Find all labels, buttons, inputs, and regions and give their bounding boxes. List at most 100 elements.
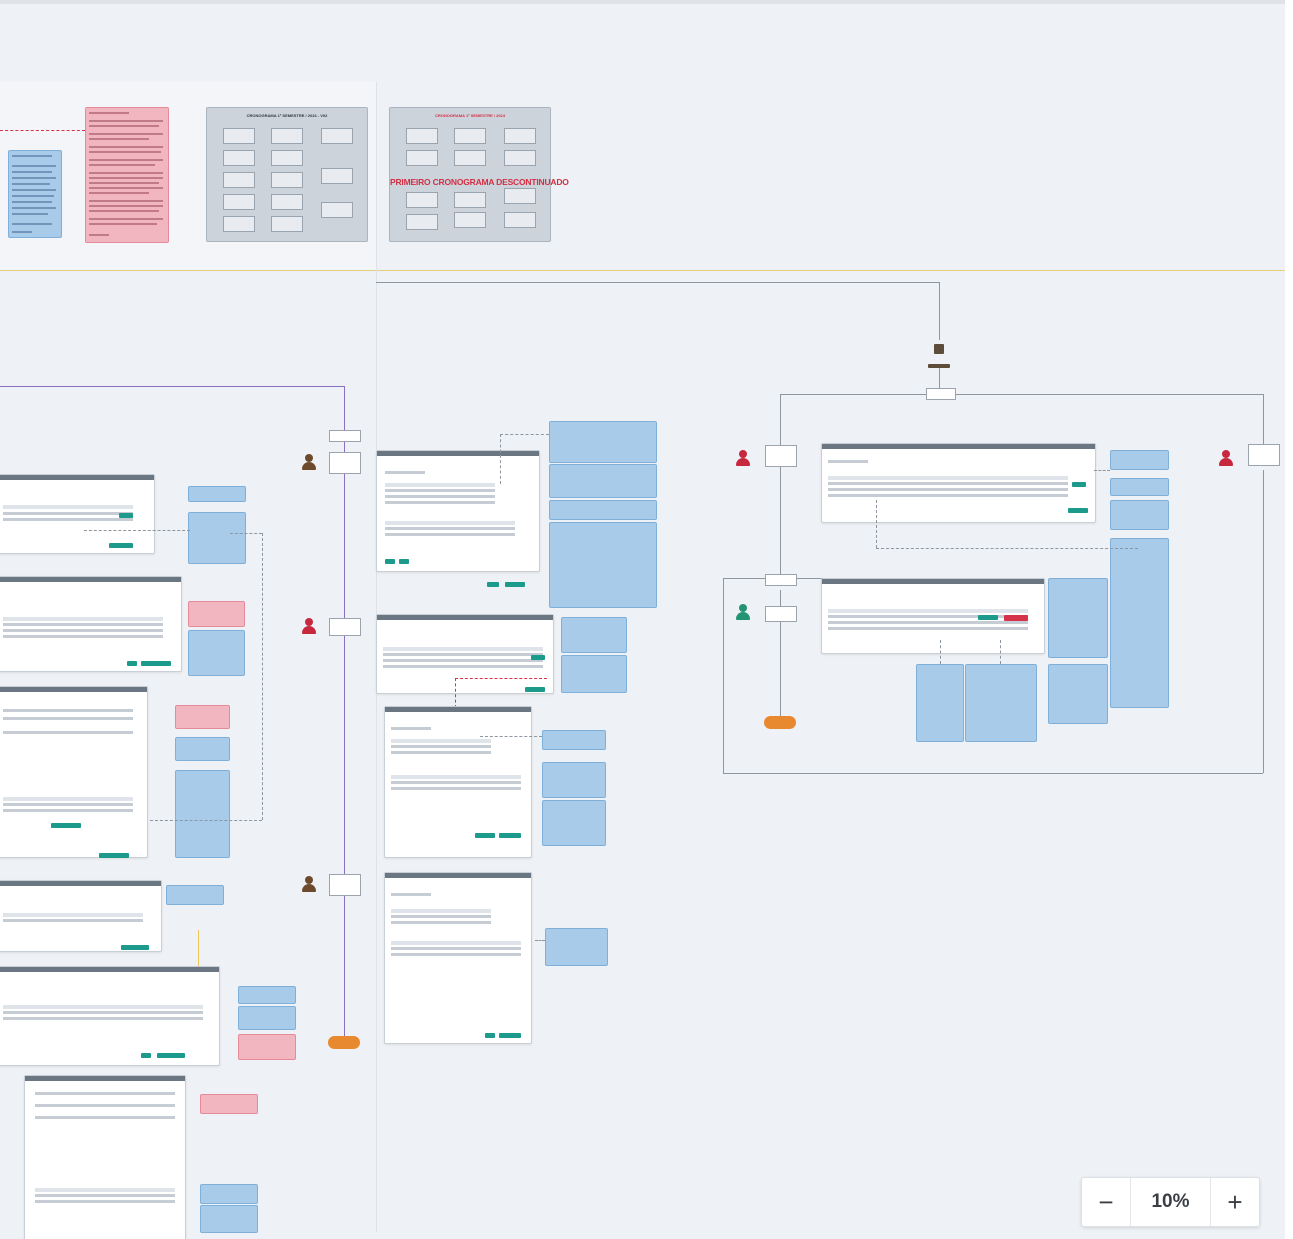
note-card[interactable] — [175, 770, 230, 858]
schedule-node — [454, 192, 486, 208]
note-card[interactable] — [1048, 578, 1108, 658]
note-card[interactable] — [549, 421, 657, 463]
form-card[interactable] — [376, 450, 540, 572]
user-icon — [736, 450, 750, 468]
connector — [1000, 640, 1001, 664]
form-card[interactable] — [821, 443, 1096, 523]
note-card[interactable] — [200, 1184, 258, 1204]
process-step[interactable] — [1248, 444, 1280, 466]
end-event[interactable] — [764, 716, 796, 729]
schedule-node — [504, 150, 536, 166]
note-card[interactable] — [561, 655, 627, 693]
schedule-node — [271, 216, 303, 232]
connector — [376, 282, 939, 283]
warning-note[interactable] — [85, 107, 169, 243]
schedule-panel-title: CRONOGRAMA 1º SEMESTRE / 2024 — [435, 113, 505, 118]
swimlane-divider — [0, 270, 1285, 271]
note-card[interactable] — [549, 500, 657, 520]
gateway-icon[interactable] — [934, 344, 944, 354]
schedule-node — [406, 192, 438, 208]
form-card[interactable] — [0, 576, 182, 672]
note-card[interactable] — [561, 617, 627, 653]
diagram-canvas[interactable]: CRONOGRAMA 1º SEMESTRE / 2024 - V02 CRON… — [0, 0, 1293, 1239]
schedule-node — [223, 216, 255, 232]
note-card[interactable] — [542, 730, 606, 750]
note-card[interactable] — [166, 885, 224, 905]
process-step[interactable] — [329, 874, 361, 896]
note-card[interactable] — [200, 1205, 258, 1233]
schedule-node — [454, 150, 486, 166]
note-card[interactable] — [965, 664, 1037, 742]
connector — [230, 533, 262, 534]
process-step[interactable] — [329, 430, 361, 442]
note-card[interactable] — [542, 800, 606, 846]
form-card[interactable] — [0, 966, 220, 1066]
note-card[interactable] — [1110, 478, 1169, 496]
note-card[interactable] — [238, 1006, 296, 1030]
note-card[interactable] — [188, 512, 246, 564]
form-card[interactable] — [0, 686, 148, 858]
user-icon — [302, 618, 316, 636]
note-card[interactable] — [916, 664, 964, 742]
action-button[interactable] — [505, 582, 525, 587]
note-card[interactable] — [549, 522, 657, 608]
note-card[interactable] — [1048, 664, 1108, 724]
note-card[interactable] — [549, 464, 657, 498]
canvas-right-edge — [1285, 0, 1293, 1239]
connector — [455, 678, 456, 708]
zoom-in-button[interactable]: + — [1211, 1178, 1259, 1226]
connector — [0, 130, 85, 131]
note-card[interactable] — [1110, 450, 1169, 470]
process-step[interactable] — [765, 445, 797, 467]
note-card[interactable] — [188, 630, 245, 676]
form-card[interactable] — [24, 1075, 186, 1239]
note-card[interactable] — [1110, 500, 1169, 530]
connector — [500, 434, 549, 435]
zoom-level[interactable]: 10% — [1131, 1178, 1210, 1226]
zoom-out-button[interactable]: − — [1082, 1178, 1130, 1226]
connector — [198, 930, 199, 967]
connector — [455, 678, 547, 679]
form-card[interactable] — [0, 880, 162, 952]
schedule-panel-v02[interactable]: CRONOGRAMA 1º SEMESTRE / 2024 - V02 — [206, 107, 368, 242]
form-card[interactable] — [821, 578, 1045, 654]
note-card[interactable] — [238, 986, 296, 1004]
connector — [1263, 470, 1264, 773]
schedule-node — [406, 214, 438, 230]
note-card[interactable] — [188, 486, 246, 502]
connector — [262, 533, 263, 820]
process-step[interactable] — [329, 452, 361, 474]
action-button[interactable] — [487, 582, 499, 587]
connector — [723, 773, 1263, 774]
connector — [723, 578, 724, 773]
process-step[interactable] — [765, 606, 797, 622]
connector — [939, 282, 940, 340]
note-card[interactable] — [1110, 538, 1169, 708]
process-step[interactable] — [765, 574, 797, 586]
form-card[interactable] — [384, 872, 532, 1044]
note-card[interactable] — [8, 150, 62, 238]
note-card[interactable] — [542, 762, 606, 798]
form-card[interactable] — [376, 614, 554, 694]
form-card[interactable] — [384, 706, 532, 858]
note-card[interactable] — [545, 928, 608, 966]
schedule-node — [271, 150, 303, 166]
connector — [780, 394, 1264, 395]
warning-note[interactable] — [200, 1094, 258, 1114]
schedule-panel-original[interactable]: CRONOGRAMA 1º SEMESTRE / 2024 PRIMEIRO C… — [389, 107, 569, 242]
user-icon — [1219, 450, 1233, 468]
note-card[interactable] — [175, 737, 230, 761]
schedule-node — [223, 128, 255, 144]
warning-note[interactable] — [188, 601, 245, 627]
schedule-node — [504, 188, 536, 204]
connector — [480, 736, 542, 737]
decision-node[interactable] — [926, 388, 956, 400]
form-card[interactable] — [0, 474, 155, 554]
schedule-node — [406, 150, 438, 166]
end-event[interactable] — [328, 1036, 360, 1049]
warning-note[interactable] — [238, 1034, 296, 1060]
schedule-node — [321, 128, 353, 144]
warning-note[interactable] — [175, 705, 230, 729]
discontinued-stamp: PRIMEIRO CRONOGRAMA DESCONTINUADO — [390, 177, 569, 187]
process-step[interactable] — [329, 618, 361, 636]
